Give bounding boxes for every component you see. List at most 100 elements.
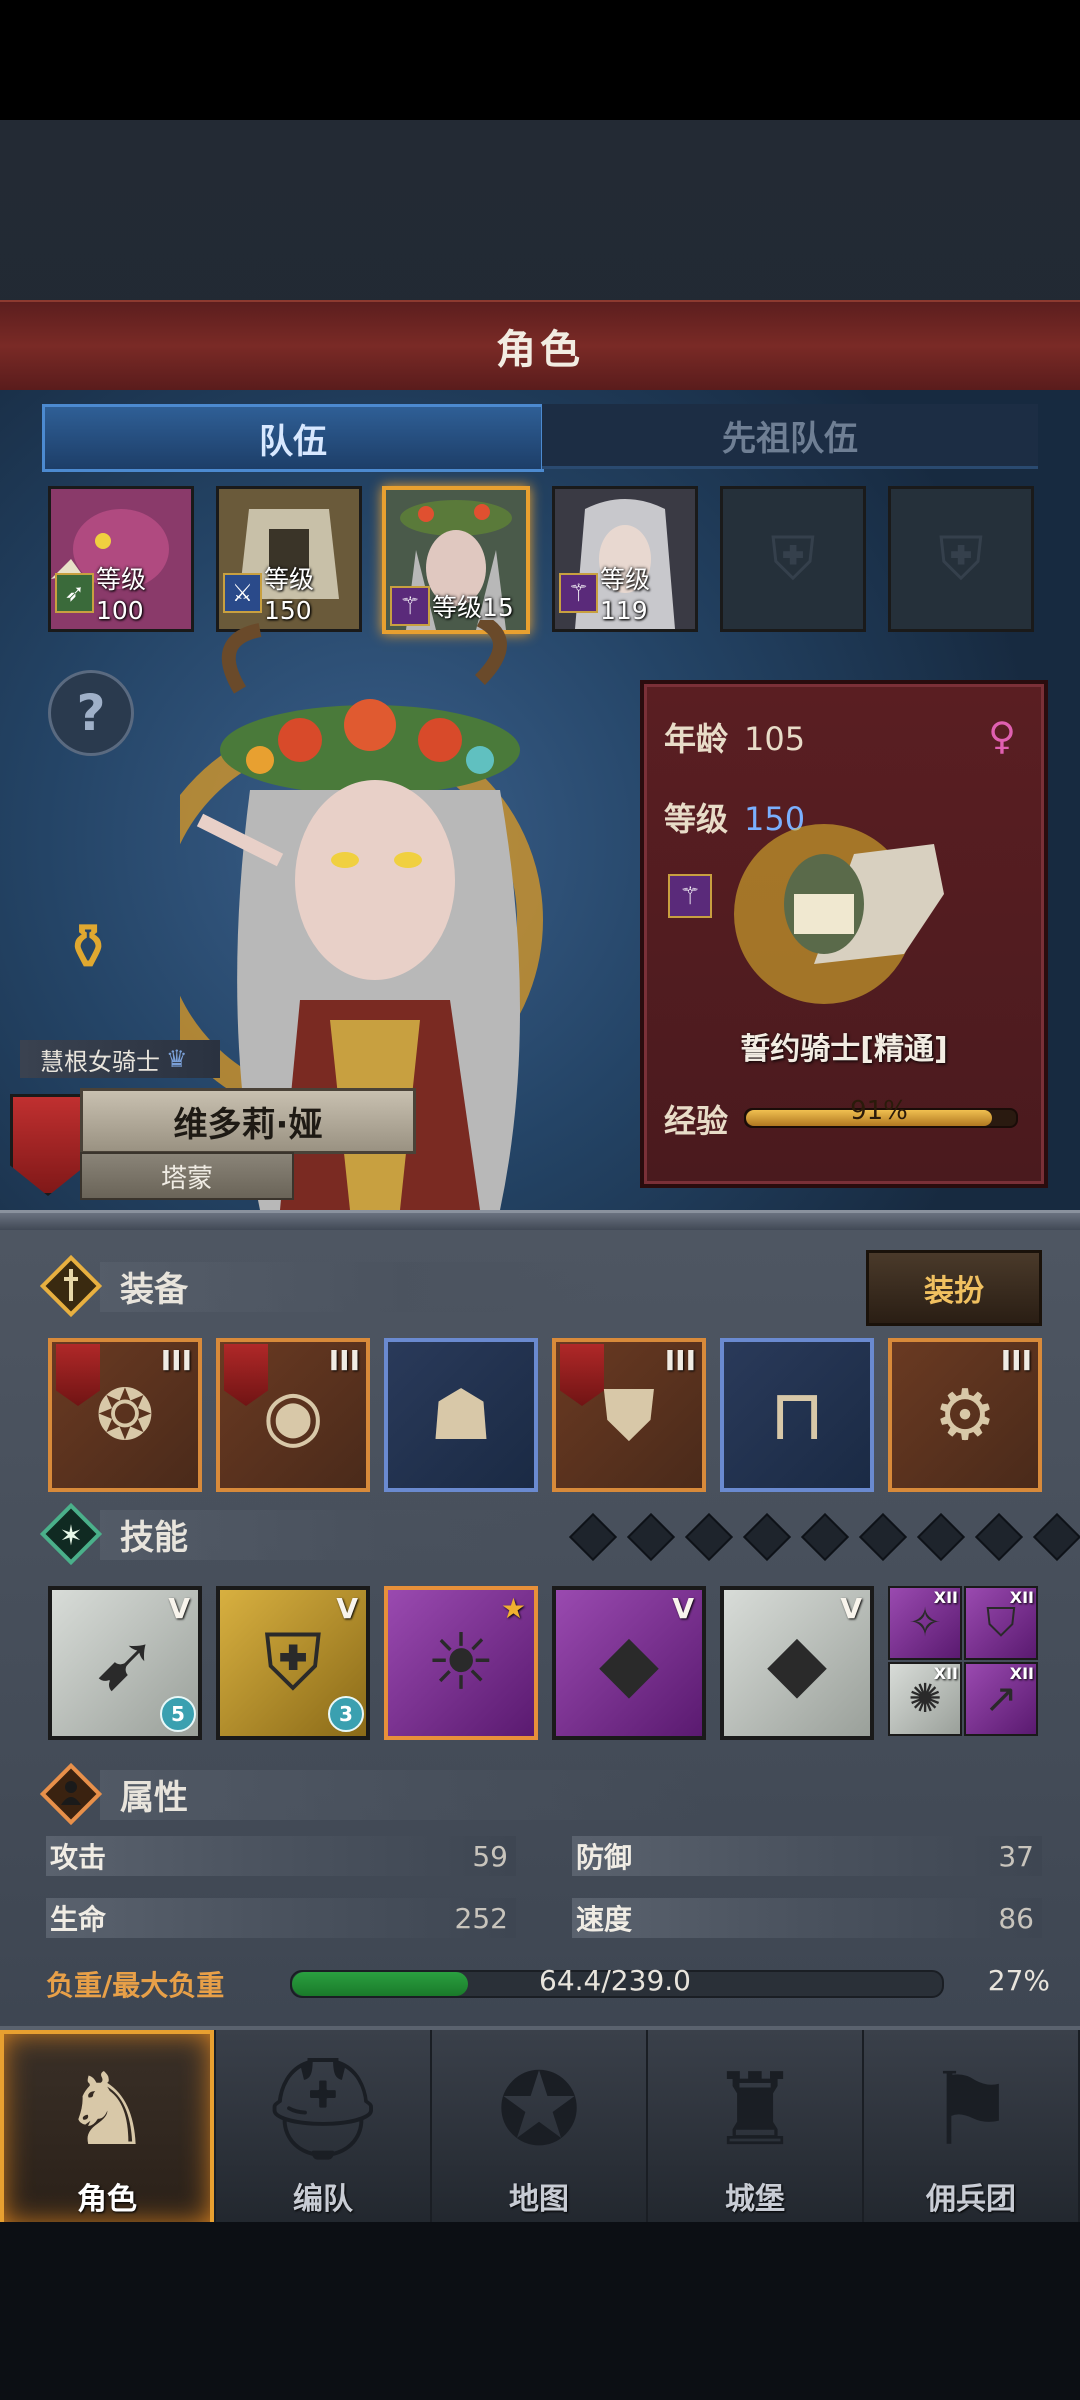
skill-count-badge: 5 xyxy=(160,1696,196,1732)
party-slot-1[interactable]: ➶ 等级100 xyxy=(48,486,194,632)
skill-slot-1[interactable]: ➹ V 5 xyxy=(48,1586,202,1740)
load-label: 负重/最大负重 xyxy=(46,1969,225,2002)
nav-label: 角色 xyxy=(77,2182,137,2217)
party-level-1: 等级100 xyxy=(96,565,147,625)
mini-skill-tier: XII xyxy=(1009,1588,1034,1607)
stat-value: 86 xyxy=(998,1901,1034,1935)
stat-defense: 防御 37 xyxy=(572,1836,1042,1876)
svg-text:✶: ✶ xyxy=(59,1519,82,1552)
stat-value: 252 xyxy=(454,1901,508,1935)
skill-slot-4[interactable]: ◆ V xyxy=(552,1586,706,1740)
empty-helmet-icon: ⛨ xyxy=(938,524,984,594)
stat-speed: 速度 86 xyxy=(572,1898,1042,1938)
age-value: 105 xyxy=(744,720,806,758)
system-nav-area xyxy=(0,2222,1080,2400)
bottom-nav: ♞ 角色 ⛑ 编队 ✪ 地图 ♜ 城堡 ⚑ 佣兵团 xyxy=(0,2026,1080,2226)
potion-button[interactable]: ⚱ xyxy=(40,900,136,996)
mini-skill-2[interactable]: ⛉ XII xyxy=(964,1586,1038,1660)
equipment-tier: III xyxy=(1000,1344,1032,1377)
mini-skill-3[interactable]: ✺ XII xyxy=(888,1662,962,1736)
skill-point-pip xyxy=(568,1512,618,1562)
equipment-tier: III xyxy=(664,1344,696,1377)
female-icon: ♀ xyxy=(988,714,1016,758)
hero-name-plate[interactable]: 维多莉·娅 xyxy=(80,1088,416,1154)
staff-icon: ⚚ xyxy=(559,572,598,613)
skill-count-badge: 3 xyxy=(328,1696,364,1732)
skills-label: 技能 xyxy=(120,1517,188,1558)
exp-text: 91% xyxy=(850,1096,908,1126)
castle-icon: ♜ xyxy=(710,2051,800,2168)
mount-knight-image[interactable] xyxy=(734,814,954,1014)
hero-origin-plate: 塔蒙 xyxy=(80,1152,294,1200)
equipment-slot-3[interactable]: ☗ xyxy=(384,1338,538,1492)
staff-icon: ⚚ xyxy=(668,874,712,918)
equipment-slot-5[interactable]: ⊓ xyxy=(720,1338,874,1492)
skill-slot-5[interactable]: ◆ V xyxy=(720,1586,874,1740)
star-badge-icon: ★ xyxy=(500,1592,526,1625)
page-title: 角色 xyxy=(496,327,584,373)
boots-icon: ⊓ xyxy=(769,1374,825,1456)
equipment-slot-2[interactable]: ◉ III xyxy=(216,1338,370,1492)
skill-slot-2[interactable]: ⛨ V 3 xyxy=(216,1586,370,1740)
stat-hp: 生命 252 xyxy=(46,1898,516,1938)
bow-icon: ➶ xyxy=(55,572,94,613)
status-bar-area xyxy=(0,0,1080,120)
nav-mercenary[interactable]: ⚑ 佣兵团 xyxy=(864,2030,1080,2226)
nav-label: 编队 xyxy=(293,2182,353,2217)
level-label: 等级 xyxy=(664,800,729,838)
person-emblem-icon xyxy=(40,1763,102,1825)
stat-value: 59 xyxy=(472,1839,508,1873)
equipment-label: 装备 xyxy=(120,1269,188,1310)
stat-attack: 攻击 59 xyxy=(46,1836,516,1876)
skill-point-pip xyxy=(1032,1512,1080,1562)
mini-skill-1[interactable]: ✧ XII xyxy=(888,1586,962,1660)
party-slot-empty-6[interactable]: ⛨ xyxy=(888,486,1034,632)
knight-icon: ♞ xyxy=(62,2051,152,2168)
party-slot-3[interactable]: ⚚ 等级15 xyxy=(382,486,530,634)
party-slot-empty-5[interactable]: ⛨ xyxy=(720,486,866,632)
empty-helmet-icon: ⛨ xyxy=(770,524,816,594)
question-icon: ? xyxy=(76,684,106,742)
equipment-tier: III xyxy=(328,1344,360,1377)
party-level-3: 等级15 xyxy=(432,593,514,622)
attributes-header: 属性 xyxy=(40,1763,188,1825)
nav-formation[interactable]: ⛑ 编队 xyxy=(216,2030,432,2226)
nav-map[interactable]: ✪ 地图 xyxy=(432,2030,648,2226)
equipment-slot-1[interactable]: ❂ III xyxy=(48,1338,202,1492)
skill-tier: V xyxy=(168,1592,190,1625)
help-button[interactable]: ? xyxy=(48,670,134,756)
skills-header: ✶ 技能 xyxy=(40,1503,188,1565)
sword-icon: ⚔ xyxy=(223,572,262,613)
party-slot-4[interactable]: ⚚ 等级119 xyxy=(552,486,698,632)
star-emblem-icon: ✶ xyxy=(40,1503,102,1565)
skill-point-pip xyxy=(858,1512,908,1562)
skill-slot-3[interactable]: ☀ ★ xyxy=(384,1586,538,1740)
stat-value: 37 xyxy=(998,1839,1034,1873)
skill-point-pip xyxy=(916,1512,966,1562)
party-slot-2[interactable]: ⚔ 等级150 xyxy=(216,486,362,632)
helmet-icon: ⛑ xyxy=(259,2050,387,2167)
stat-label: 速度 xyxy=(576,1903,633,1936)
nav-label: 地图 xyxy=(509,2182,569,2217)
tab-party[interactable]: 队伍 xyxy=(42,404,544,472)
mini-skill-tier: XII xyxy=(1009,1664,1034,1683)
equipment-header: 装备 xyxy=(40,1255,188,1317)
nav-castle[interactable]: ♜ 城堡 xyxy=(648,2030,864,2226)
skill-tier: V xyxy=(336,1592,358,1625)
outfit-button[interactable]: 装扮 xyxy=(866,1250,1042,1326)
equipment-slot-4[interactable]: ⛊ III xyxy=(552,1338,706,1492)
potion-icon: ⚱ xyxy=(61,911,115,985)
equipment-slot-6[interactable]: ⚙ III xyxy=(888,1338,1042,1492)
load-value: 64.4/239.0 xyxy=(539,1964,691,1997)
compass-icon: ✪ xyxy=(497,2051,581,2168)
hero-origin: 塔蒙 xyxy=(160,1163,213,1194)
hero-info-panel: 年龄 105 ♀ 等级 150 ⚚ 誓约骑士[精通] 经验 91% xyxy=(640,680,1048,1188)
nav-character[interactable]: ♞ 角色 xyxy=(0,2030,216,2226)
mini-skill-tier: XII xyxy=(933,1664,958,1683)
tab-ancestor-party[interactable]: 先祖队伍 xyxy=(542,404,1038,469)
sword-emblem-icon xyxy=(40,1255,102,1317)
stat-label: 防御 xyxy=(576,1841,633,1874)
nav-label: 城堡 xyxy=(725,2182,785,2217)
attributes-label: 属性 xyxy=(120,1777,188,1818)
mini-skill-4[interactable]: ↗ XII xyxy=(964,1662,1038,1736)
